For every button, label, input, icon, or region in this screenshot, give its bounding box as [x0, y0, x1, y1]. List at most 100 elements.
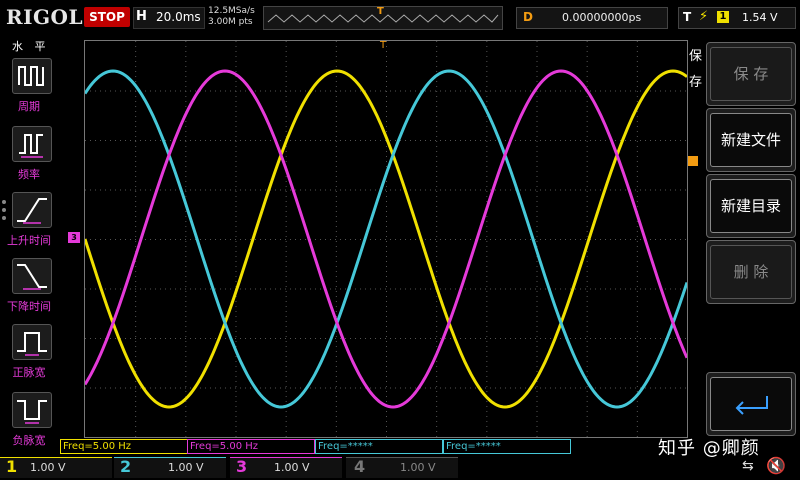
measure-negative-width-button[interactable]	[12, 392, 52, 428]
grid-dot	[90, 338, 91, 339]
grid-dot	[436, 216, 438, 217]
grid-dot	[170, 288, 171, 290]
grid-dot	[185, 76, 187, 77]
run-stop-indicator[interactable]: STOP	[84, 7, 130, 27]
grid-dot	[500, 288, 501, 290]
grid-dot	[110, 239, 111, 240]
grid-dot	[636, 416, 638, 417]
grid-dot	[670, 387, 671, 389]
grid-dot	[436, 391, 438, 392]
grid-dot	[135, 61, 137, 62]
measure-frequency-button[interactable]	[12, 126, 52, 162]
grid-dot	[235, 136, 237, 137]
measure-frequency-label: 频率	[18, 168, 40, 181]
trigger-level-marker[interactable]	[688, 156, 698, 166]
grid-dot	[520, 90, 521, 92]
grid-dot	[586, 286, 588, 287]
grid-dot	[235, 186, 237, 187]
grid-dot	[436, 226, 438, 227]
enter-button-face	[710, 377, 792, 431]
grid-dot	[386, 236, 387, 237]
grid-dot	[595, 189, 596, 191]
grid-dot	[586, 121, 588, 122]
grid-dot	[275, 387, 276, 389]
grid-dot	[135, 316, 137, 317]
grid-dot	[536, 366, 538, 367]
grid-dot	[150, 189, 151, 191]
grid-dot	[536, 46, 538, 47]
new-file-button[interactable]: 新建文件	[706, 108, 796, 172]
waveform-display[interactable]	[83, 40, 689, 438]
grid-dot	[486, 346, 488, 347]
grid-dot	[670, 239, 671, 240]
measure-positive-width-button[interactable]	[12, 324, 52, 360]
grid-dot	[486, 381, 488, 382]
grid-dot	[135, 411, 137, 412]
grid-dot	[436, 431, 438, 432]
grid-dot	[275, 90, 276, 92]
grid-dot	[235, 216, 237, 217]
grid-dot	[470, 387, 471, 389]
delete-button[interactable]: 删 除	[706, 240, 796, 304]
grid-dot	[640, 140, 641, 141]
grid-dot	[436, 426, 438, 427]
grid-dot	[530, 239, 531, 240]
grid-dot	[386, 416, 387, 417]
grid-dot	[335, 291, 337, 292]
grid-dot	[415, 140, 416, 141]
grid-dot	[660, 90, 661, 92]
grid-dot	[500, 387, 501, 389]
sample-rate: 12.5MSa/s	[208, 6, 255, 16]
grid-dot	[235, 66, 237, 67]
grid-dot	[536, 51, 538, 52]
grid-dot	[295, 338, 296, 339]
grid-dot	[536, 361, 538, 362]
grid-dot	[185, 281, 187, 282]
grid-dot	[395, 387, 396, 389]
grid-dot	[580, 338, 581, 339]
grid-dot	[680, 387, 681, 389]
grid-dot	[185, 136, 187, 137]
grid-dot	[185, 331, 187, 332]
measure-fall-time-button[interactable]	[12, 258, 52, 294]
grid-dot	[285, 61, 287, 62]
grid-dot	[486, 181, 488, 182]
enter-button[interactable]	[706, 372, 796, 436]
grid-dot	[486, 276, 488, 277]
grid-dot	[495, 189, 496, 191]
grid-dot	[185, 156, 187, 157]
grid-dot	[240, 189, 241, 191]
grid-dot	[586, 181, 588, 182]
trigger-box[interactable]	[678, 7, 796, 29]
grid-dot	[135, 140, 136, 141]
grid-dot	[586, 386, 588, 387]
grid-dot	[535, 288, 536, 290]
grid-dot	[250, 140, 251, 141]
measure-rise-time-button[interactable]	[12, 192, 52, 228]
grid-dot	[335, 146, 337, 147]
channel3-offset-marker[interactable]: 3	[68, 232, 80, 243]
grid-dot	[255, 239, 256, 240]
grid-dot	[636, 346, 638, 347]
grid-dot	[135, 401, 137, 402]
save-button[interactable]: 保 存	[706, 42, 796, 106]
grid-dot	[135, 291, 137, 292]
grid-dot	[635, 288, 636, 290]
grid-dot	[505, 239, 506, 240]
new-directory-button[interactable]: 新建目录	[706, 174, 796, 238]
grid-dot	[230, 140, 231, 141]
grid-dot	[636, 271, 638, 272]
grid-dot	[290, 288, 291, 290]
grid-dot	[436, 311, 438, 312]
grid-dot	[155, 90, 156, 92]
grid-dot	[375, 90, 376, 92]
grid-dot	[586, 416, 588, 417]
grid-dot	[586, 261, 588, 262]
grid-dot	[605, 239, 606, 240]
grid-dot	[270, 140, 271, 141]
grid-dot	[430, 90, 431, 92]
measure-period-button[interactable]	[12, 58, 52, 94]
grid-dot	[185, 81, 187, 82]
fall-time-icon	[17, 264, 47, 290]
grid-dot	[560, 387, 561, 389]
